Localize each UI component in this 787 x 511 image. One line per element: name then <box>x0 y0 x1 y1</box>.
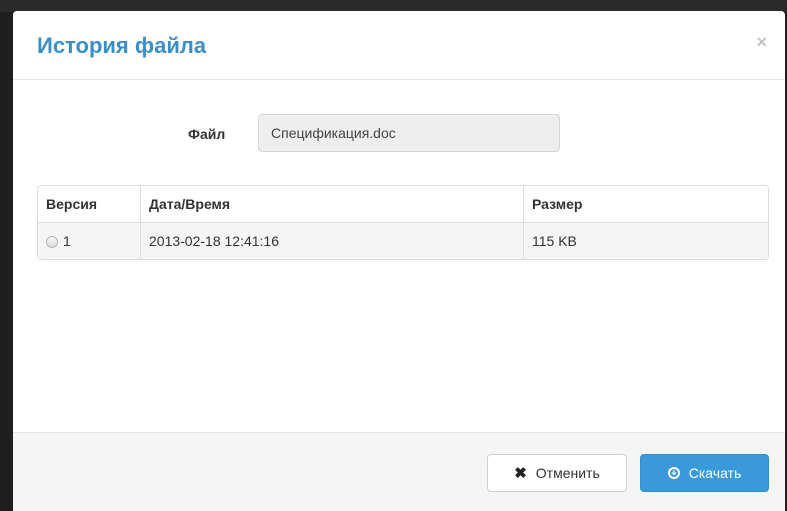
file-history-dialog: История файла × Файл Спецификация.doc Ве… <box>13 11 785 511</box>
close-icon: ✖ <box>514 465 527 482</box>
file-field-row: Файл Спецификация.doc <box>13 114 785 154</box>
close-icon[interactable]: × <box>756 33 767 51</box>
table-row[interactable]: 1 2013-02-18 12:41:16 115 KB <box>38 223 768 259</box>
version-cell[interactable]: 1 <box>38 223 140 259</box>
cancel-button-label: Отменить <box>535 465 600 481</box>
column-header-version: Версия <box>38 186 140 223</box>
download-button[interactable]: Скачать <box>640 454 769 492</box>
versions-table: Версия Дата/Время Размер 1 2013-02-18 12… <box>37 185 769 260</box>
version-number: 1 <box>63 233 71 249</box>
file-name-field: Спецификация.doc <box>258 114 560 152</box>
version-radio[interactable] <box>46 236 58 248</box>
download-button-label: Скачать <box>688 465 742 481</box>
cancel-button[interactable]: ✖ Отменить <box>487 454 627 492</box>
dialog-footer: ✖ Отменить Скачать <box>13 432 785 511</box>
column-header-size: Размер <box>523 186 768 223</box>
file-label: Файл <box>188 126 226 142</box>
dialog-header: История файла × <box>13 11 785 80</box>
table-header-row: Версия Дата/Время Размер <box>38 186 768 223</box>
dialog-title: История файла <box>37 33 207 58</box>
column-header-datetime: Дата/Время <box>140 186 523 223</box>
download-icon <box>667 467 680 479</box>
datetime-cell: 2013-02-18 12:41:16 <box>140 223 523 259</box>
size-cell: 115 KB <box>523 223 768 259</box>
